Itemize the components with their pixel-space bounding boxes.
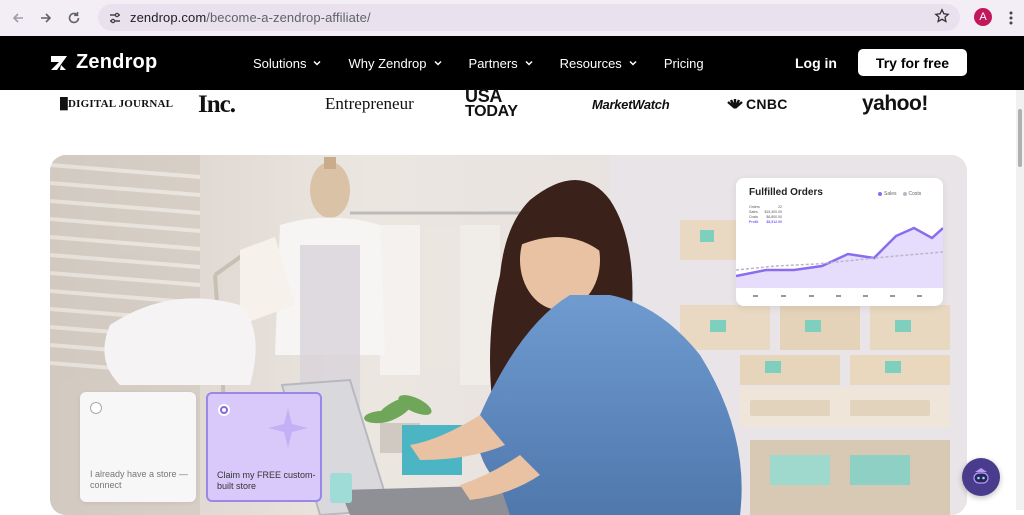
radio-unselected-icon[interactable] <box>90 402 102 414</box>
inc-logo: Inc. <box>198 91 236 118</box>
chevron-down-icon <box>434 60 442 66</box>
menu-label: Partners <box>468 55 518 71</box>
menu-label: Resources <box>559 55 622 71</box>
sparkle-icon <box>268 408 308 448</box>
main-menu: Solutions Why Zendrop Partners Resources… <box>253 36 731 90</box>
chevron-down-icon <box>525 60 533 66</box>
zendrop-mark-icon <box>51 55 67 70</box>
menu-label: Why Zendrop <box>348 55 427 71</box>
option-label: Claim my FREE custom-built store <box>217 470 316 491</box>
press-logos: █DIGITAL JOURNAL Inc. Entrepreneur USA TO… <box>0 86 1024 126</box>
url-host: zendrop.com <box>130 10 207 25</box>
browser-toolbar: zendrop.com/become-a-zendrop-affiliate/ … <box>0 0 1024 36</box>
menu-item-why-zendrop[interactable]: Why Zendrop <box>348 55 442 71</box>
chat-support-button[interactable] <box>962 458 1000 496</box>
forward-button[interactable] <box>32 4 60 32</box>
scrollbar-thumb[interactable] <box>1018 109 1022 167</box>
usa-today-line1: USA <box>465 86 503 106</box>
url-text: zendrop.com/become-a-zendrop-affiliate/ <box>130 10 371 25</box>
orders-line-chart <box>736 226 943 297</box>
hero-banner: Fulfilled Orders Sales Costs Orders 22 Sa… <box>50 155 967 515</box>
address-bar[interactable]: zendrop.com/become-a-zendrop-affiliate/ <box>98 4 960 31</box>
site-settings-icon[interactable] <box>106 9 124 27</box>
chevron-down-icon <box>629 60 637 66</box>
digital-journal-logo: █DIGITAL JOURNAL <box>60 98 174 110</box>
usa-today-line2: TODAY <box>465 103 518 120</box>
page-scrollbar[interactable] <box>1016 90 1024 510</box>
back-button[interactable] <box>4 4 32 32</box>
yahoo-logo: yahoo! <box>862 92 928 115</box>
menu-item-resources[interactable]: Resources <box>560 56 637 71</box>
menu-label: Solutions <box>253 55 307 71</box>
try-for-free-button[interactable]: Try for free <box>858 49 967 76</box>
radio-selected-icon[interactable] <box>218 404 230 416</box>
menu-label: Pricing <box>663 55 704 71</box>
x-tick-marks <box>753 295 922 297</box>
chevron-down-icon <box>313 60 322 66</box>
arrow-right-icon <box>41 13 52 23</box>
reload-icon <box>68 12 80 24</box>
entrepreneur-logo: Entrepreneur <box>325 94 414 113</box>
peacock-icon <box>727 99 743 109</box>
marketwatch-logo: MarketWatch <box>592 97 670 112</box>
bookmark-star-icon[interactable] <box>934 8 950 29</box>
cnbc-logo: CNBC <box>726 96 788 112</box>
arrow-left-icon <box>12 13 23 23</box>
menu-item-pricing[interactable]: Pricing <box>664 56 704 71</box>
site-header: Zendrop Solutions Why Zendrop Partners R… <box>0 36 1024 90</box>
digital-journal-text: DIGITAL JOURNAL <box>68 98 174 110</box>
chat-bot-icon <box>973 468 989 484</box>
browser-menu-icon[interactable] <box>1004 8 1018 28</box>
menu-item-solutions[interactable]: Solutions <box>253 55 322 71</box>
claim-free-store-option[interactable]: Claim my FREE custom-built store <box>206 392 322 502</box>
url-path: /become-a-zendrop-affiliate/ <box>206 10 371 25</box>
profile-avatar[interactable]: A <box>974 8 992 26</box>
option-label: I already have a store — connect <box>90 469 189 490</box>
login-link[interactable]: Log in <box>795 55 837 71</box>
logo-text: Zendrop <box>76 51 158 73</box>
reload-button[interactable] <box>60 4 88 32</box>
zendrop-logo[interactable]: Zendrop <box>50 51 157 74</box>
usa-today-logo: USA TODAY <box>465 86 518 120</box>
fulfilled-orders-card: Fulfilled Orders Sales Costs Orders 22 Sa… <box>736 178 943 306</box>
cnbc-text: CNBC <box>746 96 788 112</box>
menu-item-partners[interactable]: Partners <box>469 56 533 71</box>
connect-store-option[interactable]: I already have a store — connect <box>80 392 196 502</box>
